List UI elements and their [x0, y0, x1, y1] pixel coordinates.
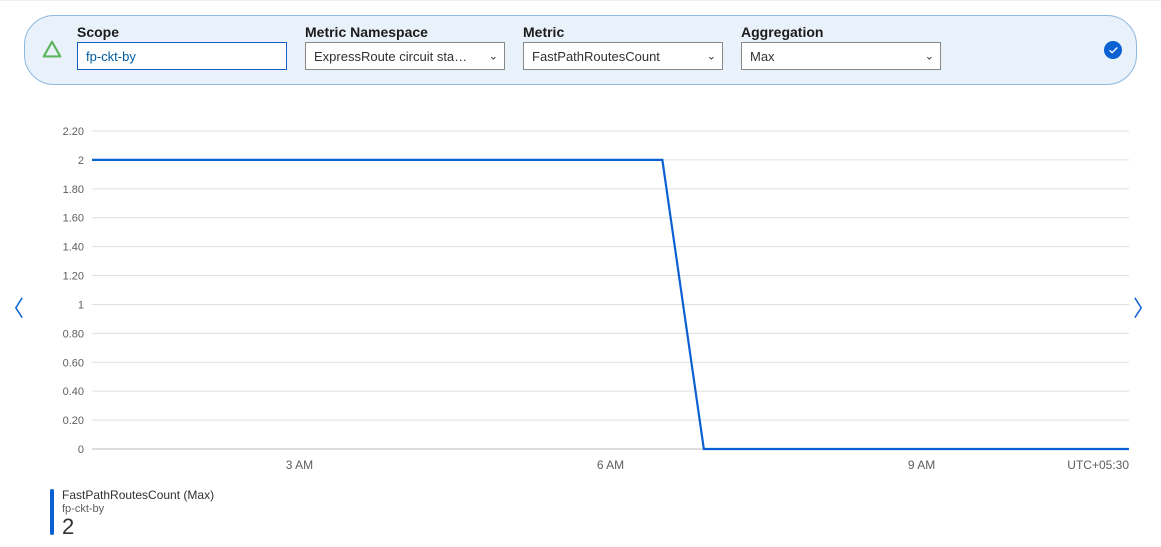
chart-legend[interactable]: FastPathRoutesCount (Max) fp-ckt-by 2	[50, 489, 214, 539]
legend-text: FastPathRoutesCount (Max) fp-ckt-by 2	[62, 489, 214, 539]
legend-metric-name: FastPathRoutesCount (Max)	[62, 489, 214, 503]
namespace-select[interactable]: ExpressRoute circuit sta… ⌄	[305, 42, 505, 70]
svg-text:0.40: 0.40	[63, 386, 84, 398]
chart-svg: 0 0.20 0.40 0.60 0.80 1 1.20 1.40 1.60 1.80 2 2.20 3…	[50, 127, 1133, 477]
svg-text:1.80: 1.80	[63, 184, 84, 196]
aggregation-select[interactable]: Max ⌄	[741, 42, 941, 70]
metric-label: Metric	[523, 24, 723, 40]
svg-text:0: 0	[78, 444, 84, 456]
chevron-down-icon: ⌄	[489, 50, 498, 63]
metric-chart: 0 0.20 0.40 0.60 0.80 1 1.20 1.40 1.60 1.80 2 2.20 3…	[50, 127, 1133, 477]
svg-text:0.60: 0.60	[63, 357, 84, 369]
chevron-left-icon[interactable]: 〈	[2, 291, 24, 323]
svg-text:2: 2	[78, 155, 84, 167]
svg-text:6 AM: 6 AM	[597, 458, 624, 472]
scope-group: Scope fp-ckt-by	[77, 24, 287, 70]
legend-color-swatch	[50, 489, 54, 535]
metric-value: FastPathRoutesCount	[532, 49, 660, 64]
aggregation-value: Max	[750, 49, 775, 64]
svg-text:9 AM: 9 AM	[908, 458, 935, 472]
namespace-group: Metric Namespace ExpressRoute circuit st…	[305, 24, 505, 70]
aggregation-label: Aggregation	[741, 24, 941, 40]
svg-text:0.80: 0.80	[63, 328, 84, 340]
svg-text:1: 1	[78, 299, 84, 311]
chevron-right-icon[interactable]: 〉	[1133, 291, 1155, 323]
namespace-value: ExpressRoute circuit sta…	[314, 49, 467, 64]
metric-select[interactable]: FastPathRoutesCount ⌄	[523, 42, 723, 70]
svg-text:UTC+05:30: UTC+05:30	[1067, 458, 1129, 472]
chevron-down-icon: ⌄	[707, 50, 716, 63]
svg-text:2.20: 2.20	[63, 127, 84, 138]
apply-check-icon[interactable]	[1104, 41, 1122, 59]
legend-value: 2	[62, 514, 214, 539]
scope-value: fp-ckt-by	[86, 49, 136, 64]
metric-selector-pill: Scope fp-ckt-by Metric Namespace Express…	[24, 15, 1137, 85]
scope-label: Scope	[77, 24, 287, 40]
svg-text:1.60: 1.60	[63, 213, 84, 225]
chevron-down-icon: ⌄	[925, 50, 934, 63]
scope-input[interactable]: fp-ckt-by	[77, 42, 287, 70]
namespace-label: Metric Namespace	[305, 24, 505, 40]
svg-text:1.20: 1.20	[63, 271, 84, 283]
svg-text:0.20: 0.20	[63, 415, 84, 427]
svg-text:1.40: 1.40	[63, 242, 84, 254]
svg-text:3 AM: 3 AM	[286, 458, 313, 472]
metric-group: Metric FastPathRoutesCount ⌄	[523, 24, 723, 70]
aggregation-group: Aggregation Max ⌄	[741, 24, 941, 70]
resource-icon	[41, 39, 63, 61]
